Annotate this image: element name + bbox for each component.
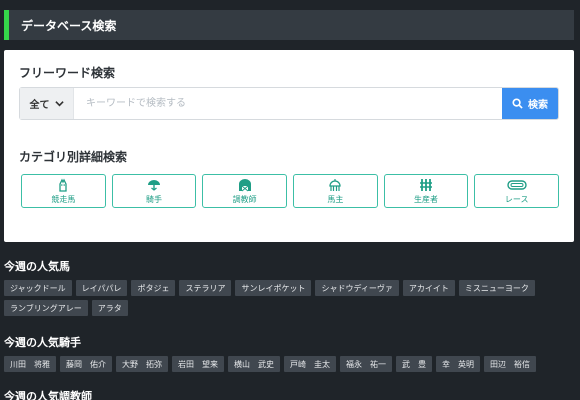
jockey-tag[interactable]: 大野 拓弥 <box>116 356 168 372</box>
jockey-helmet-icon <box>148 179 160 191</box>
jockey-tag[interactable]: 幸 英明 <box>436 356 480 372</box>
category-label: 騎手 <box>146 194 162 204</box>
scope-dropdown[interactable]: 全て <box>20 88 74 119</box>
category-label: レース <box>504 194 529 204</box>
jockey-tag[interactable]: 福永 祐一 <box>340 356 392 372</box>
horse-tag[interactable]: シャドウディーヴァ <box>315 280 399 296</box>
horse-tag[interactable]: ミスニューヨーク <box>458 280 535 296</box>
jockey-tag[interactable]: 横山 武史 <box>228 356 280 372</box>
horse-tag[interactable]: アラタ <box>91 300 128 316</box>
popular-horses-title: 今週の人気馬 <box>4 260 70 273</box>
horse-tag[interactable]: レイパパレ <box>75 280 128 296</box>
category-label: 競走馬 <box>51 194 76 204</box>
horse-tag[interactable]: ポタジェ <box>131 280 176 296</box>
scope-value: 全て <box>29 100 50 111</box>
category-label: 調教師 <box>232 194 257 204</box>
search-input[interactable] <box>74 88 502 119</box>
freeword-title: フリーワード検索 <box>19 66 116 80</box>
category-owner-button[interactable]: 馬主 <box>293 174 378 208</box>
horse-tag[interactable]: ジャックドール <box>4 280 72 296</box>
horse-tag[interactable]: ランブリングアレー <box>4 300 88 316</box>
chevron-down-icon <box>54 101 64 107</box>
page-title: データベース検索 <box>21 18 117 33</box>
jockey-tag[interactable]: 岩田 望来 <box>172 356 224 372</box>
category-buttons: 競走馬 騎手 調教師 馬主 生産者 レース <box>21 174 560 208</box>
horse-tag[interactable]: アカイイト <box>402 280 455 296</box>
jockey-tag[interactable]: 武 豊 <box>396 356 432 372</box>
category-breeder-button[interactable]: 生産者 <box>383 174 469 208</box>
horse-tag[interactable]: ステラリア <box>179 280 232 296</box>
stable-icon <box>238 178 251 191</box>
jockey-tag[interactable]: 戸崎 圭太 <box>284 356 336 372</box>
horse-head-icon <box>59 178 67 192</box>
fence-icon <box>420 178 433 191</box>
jockey-tag[interactable]: 藤岡 佑介 <box>60 356 112 372</box>
search-button-label: 検索 <box>528 100 548 111</box>
popular-jockeys-tags: 川田 将雅 藤岡 佑介 大野 拓弥 岩田 望来 横山 武史 戸崎 圭太 福永 祐… <box>4 356 574 372</box>
owner-icon <box>329 178 341 191</box>
jockey-tag[interactable]: 田辺 裕信 <box>484 356 536 372</box>
category-jockey-button[interactable]: 騎手 <box>111 174 197 208</box>
page-header: データベース検索 <box>4 10 574 40</box>
category-label: 生産者 <box>414 194 439 204</box>
category-label: 馬主 <box>327 194 344 204</box>
category-race-button[interactable]: レース <box>474 174 560 208</box>
search-bar: 全て 検索 <box>19 87 559 120</box>
category-title: カテゴリ別詳細検索 <box>19 150 128 164</box>
search-panel: フリーワード検索 全て 検索 カテゴリ別詳細検索 競走馬 騎手 調教師 馬主 <box>4 50 574 242</box>
popular-jockeys-title: 今週の人気騎手 <box>4 336 81 349</box>
search-button[interactable]: 検索 <box>502 88 558 119</box>
popular-horses-tags: ジャックドール レイパパレ ポタジェ ステラリア サンレイポケット シャドウディ… <box>4 280 574 316</box>
search-icon <box>512 98 523 109</box>
category-horse-button[interactable]: 競走馬 <box>21 174 106 208</box>
jockey-tag[interactable]: 川田 将雅 <box>4 356 56 372</box>
race-track-icon <box>506 179 527 190</box>
horse-tag[interactable]: サンレイポケット <box>235 280 312 296</box>
popular-trainers-title: 今週の人気調教師 <box>4 390 92 400</box>
category-trainer-button[interactable]: 調教師 <box>202 174 288 208</box>
